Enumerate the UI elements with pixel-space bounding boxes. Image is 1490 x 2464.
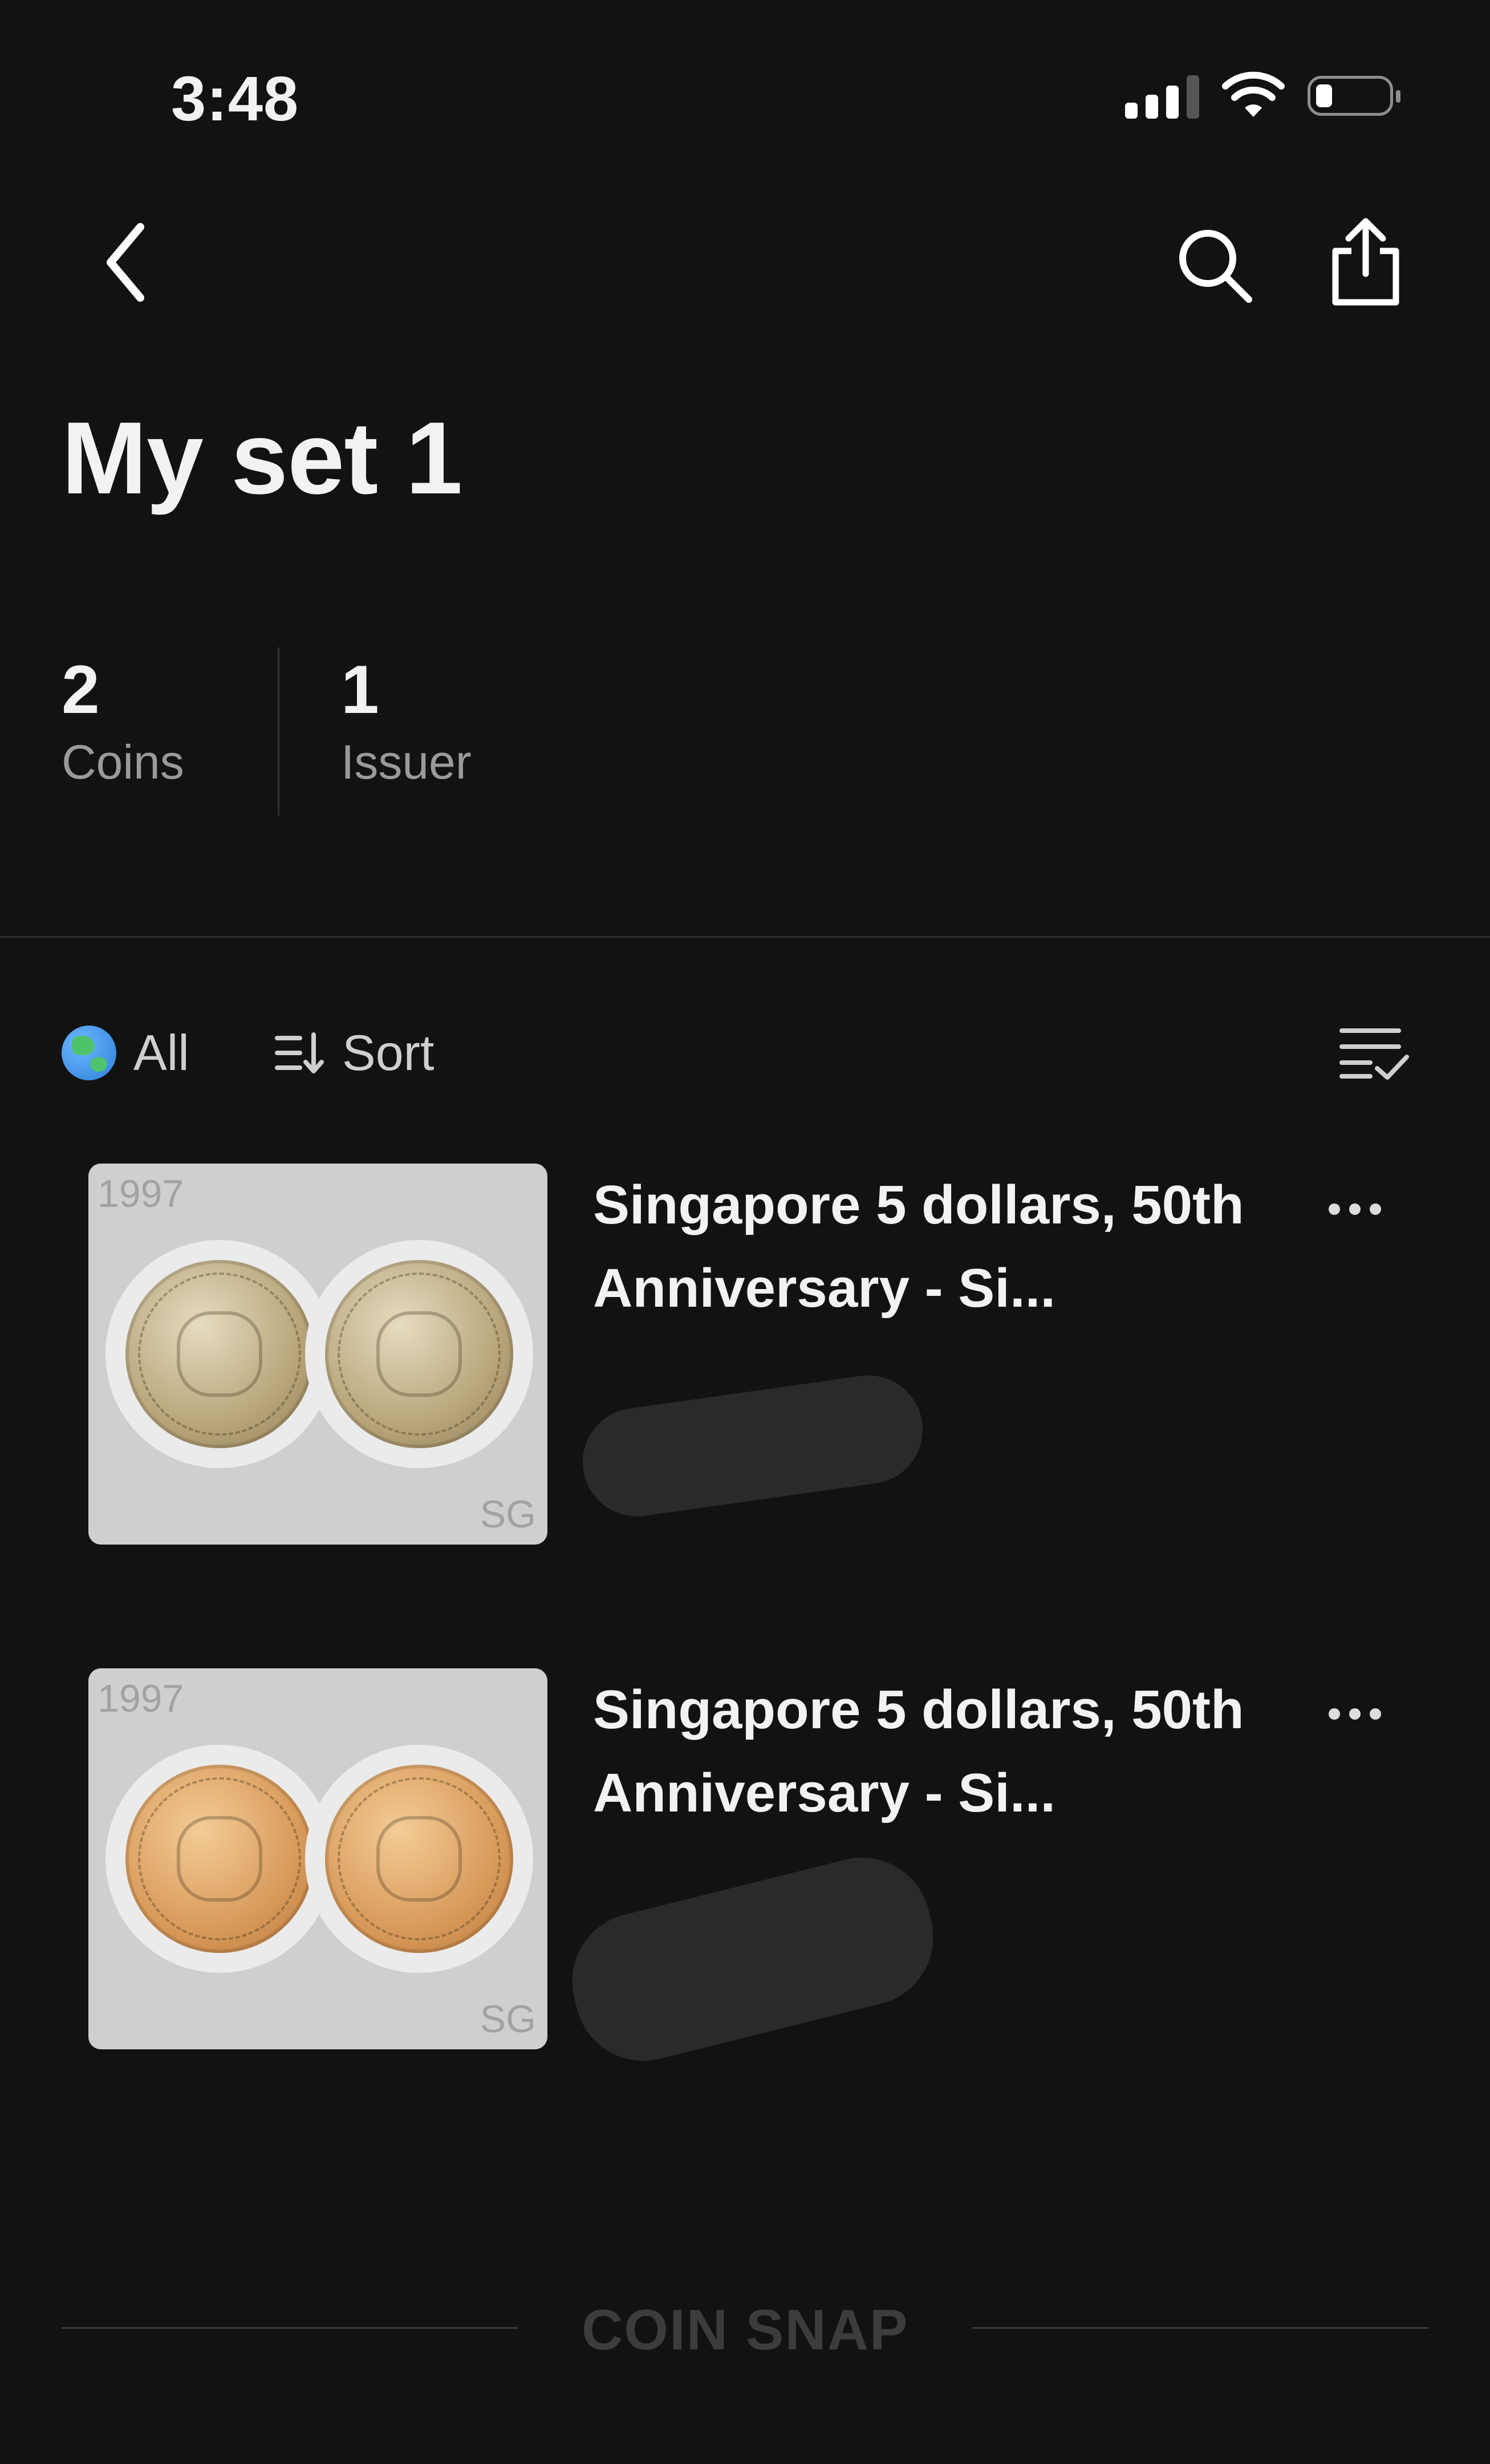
stat-divider — [278, 647, 279, 816]
wifi-icon — [1222, 71, 1285, 117]
more-options-button[interactable] — [1329, 1203, 1381, 1215]
region-filter-button[interactable]: All — [62, 1024, 189, 1082]
stat-coins-value: 2 — [62, 651, 100, 728]
battery-icon — [1308, 76, 1400, 116]
redacted-text — [558, 1843, 948, 2076]
brand-logo: COIN SNAP — [582, 2298, 909, 2362]
coin-country-code: SG — [480, 1493, 536, 1536]
checklist-icon — [1339, 1028, 1409, 1080]
share-button[interactable] — [1317, 214, 1414, 311]
stat-coins: 2 Coins — [62, 650, 184, 790]
coin-thumbnail[interactable]: 1997 SG — [88, 1668, 547, 2049]
footer-divider-right — [972, 2327, 1428, 2329]
region-filter-label: All — [133, 1024, 189, 1081]
back-button[interactable] — [91, 217, 160, 308]
coin-thumbnail[interactable]: 1997 SG — [88, 1164, 547, 1545]
sort-label: Sort — [342, 1024, 435, 1081]
search-button[interactable] — [1169, 220, 1260, 311]
stat-issuer: 1 Issuer — [341, 650, 472, 790]
coin-country-code: SG — [480, 1997, 536, 2041]
share-icon — [1332, 218, 1399, 306]
page-title: My set 1 — [62, 401, 462, 516]
coin-year: 1997 — [98, 1677, 184, 1720]
select-list-button[interactable] — [1334, 1021, 1414, 1084]
coin-obverse — [105, 1745, 334, 1973]
coin-title: Singapore 5 dollars, 50th Anniversary - … — [593, 1174, 1244, 1319]
signal-icon — [1125, 73, 1199, 119]
coin-obverse — [105, 1240, 334, 1468]
section-divider — [0, 936, 1490, 938]
status-icons — [1125, 71, 1400, 120]
coin-reverse — [305, 1240, 533, 1468]
coin-title: Singapore 5 dollars, 50th Anniversary - … — [593, 1679, 1244, 1823]
redacted-text — [575, 1368, 930, 1523]
stat-coins-label: Coins — [62, 735, 184, 789]
status-time: 3:48 — [171, 64, 299, 134]
sort-button[interactable]: Sort — [274, 1024, 434, 1082]
coin-year: 1997 — [98, 1172, 184, 1215]
stat-issuer-label: Issuer — [341, 735, 472, 789]
coin-reverse — [305, 1745, 533, 1973]
chevron-left-icon — [107, 223, 144, 302]
more-options-button[interactable] — [1329, 1708, 1381, 1720]
globe-icon — [62, 1026, 116, 1080]
coin-list-item[interactable]: 1997 SG Singapore 5 dollars, 50th Annive… — [0, 1668, 1490, 2076]
footer-divider-left — [62, 2327, 518, 2329]
coin-list-item[interactable]: 1997 SG Singapore 5 dollars, 50th Annive… — [0, 1164, 1490, 1551]
sort-icon — [275, 1032, 324, 1073]
stat-issuer-value: 1 — [341, 651, 379, 728]
search-icon — [1179, 230, 1252, 303]
